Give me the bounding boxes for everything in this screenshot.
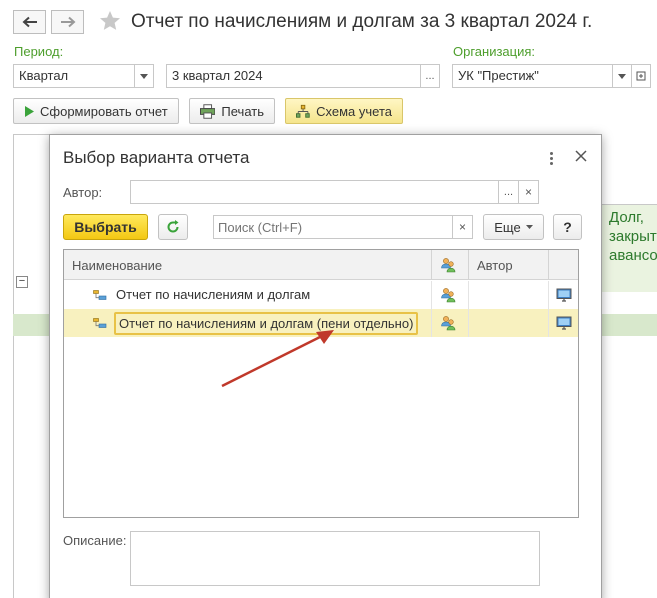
accounting-scheme-label: Схема учета <box>316 103 392 119</box>
description-label: Описание: <box>63 533 127 548</box>
search-input[interactable] <box>213 215 453 239</box>
report-table <box>13 134 49 598</box>
period-field[interactable]: 3 квартал 2024 <box>166 64 421 88</box>
report-column-header-text: Долг, закрыт авансо <box>609 209 657 264</box>
author-select-button[interactable]: ... <box>499 180 519 204</box>
more-button[interactable]: Еще <box>483 214 544 240</box>
column-author[interactable]: Автор <box>477 258 513 273</box>
variant-name: Отчет по начислениям и долгам (пени отде… <box>114 312 419 335</box>
monitor-icon <box>556 288 572 302</box>
print-label: Печать <box>221 103 264 119</box>
kebab-menu-icon[interactable] <box>546 149 556 167</box>
monitor-icon <box>556 316 572 330</box>
generate-report-label: Сформировать отчет <box>40 103 168 119</box>
printer-icon <box>200 103 216 119</box>
period-select-button[interactable]: ... <box>420 64 440 88</box>
arrow-left-icon <box>22 16 37 28</box>
chevron-down-icon <box>140 73 148 79</box>
users-icon <box>441 316 456 331</box>
select-button[interactable]: Выбрать <box>63 214 148 240</box>
collapse-icon[interactable]: − <box>16 276 28 288</box>
more-label: Еще <box>494 219 521 235</box>
report-variant-dialog: Выбор варианта отчета Автор: ... × Выбра… <box>49 134 602 598</box>
print-button[interactable]: Печать <box>189 98 275 124</box>
period-type-field[interactable]: Квартал <box>13 64 135 88</box>
report-row-highlight <box>601 314 657 336</box>
users-icon[interactable] <box>440 257 456 273</box>
chevron-down-icon <box>618 73 626 79</box>
refresh-icon <box>167 220 179 233</box>
chevron-down-icon <box>525 225 533 229</box>
open-icon <box>636 71 646 81</box>
users-icon <box>441 288 456 303</box>
report-variant-icon <box>93 318 107 328</box>
author-input[interactable] <box>130 180 499 204</box>
close-icon[interactable] <box>572 147 590 165</box>
organization-field[interactable]: УК "Престиж" <box>452 64 613 88</box>
arrow-right-icon <box>60 16 75 28</box>
variant-name: Отчет по начислениям и долгам <box>116 287 311 302</box>
refresh-button[interactable] <box>158 214 188 240</box>
scheme-icon <box>296 104 310 118</box>
list-item-selected[interactable]: Отчет по начислениям и долгам (пени отде… <box>64 309 578 337</box>
period-type-dropdown[interactable] <box>134 64 154 88</box>
report-row-highlight <box>13 314 50 336</box>
report-variant-icon <box>93 290 107 300</box>
back-button[interactable] <box>13 10 46 34</box>
star-icon[interactable] <box>98 9 122 33</box>
variants-list: Наименование Автор Отчет по начислениям … <box>63 249 579 518</box>
period-label: Период: <box>14 44 64 59</box>
organization-dropdown[interactable] <box>612 64 632 88</box>
accounting-scheme-button[interactable]: Схема учета <box>285 98 403 124</box>
list-item[interactable]: Отчет по начислениям и долгам <box>64 281 578 309</box>
organization-open-button[interactable] <box>631 64 651 88</box>
author-clear-button[interactable]: × <box>519 180 539 204</box>
page-title: Отчет по начислениям и долгам за 3 кварт… <box>131 11 593 32</box>
help-button[interactable]: ? <box>553 214 582 240</box>
forward-button[interactable] <box>51 10 84 34</box>
column-name[interactable]: Наименование <box>72 258 162 273</box>
description-field <box>130 531 540 586</box>
organization-label: Организация: <box>453 44 536 59</box>
author-label: Автор: <box>63 185 103 200</box>
dialog-title: Выбор варианта отчета <box>63 148 250 167</box>
generate-report-button[interactable]: Сформировать отчет <box>13 98 179 124</box>
search-clear-button[interactable]: × <box>453 215 473 239</box>
list-header: Наименование Автор <box>64 250 578 280</box>
play-icon <box>25 105 34 117</box>
